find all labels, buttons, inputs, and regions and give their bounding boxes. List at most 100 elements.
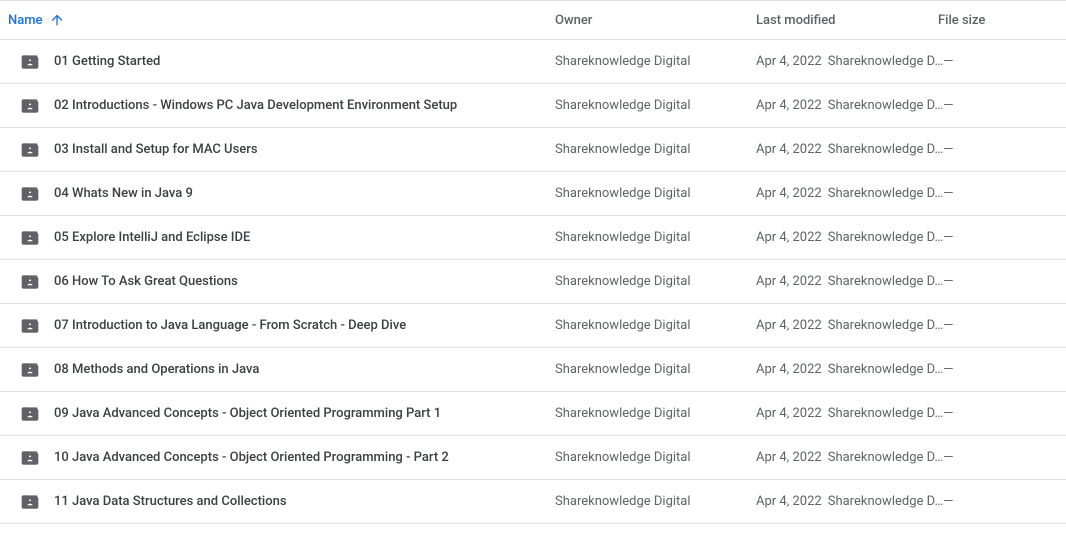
table-row[interactable]: 11 Java Data Structures and Collections S… xyxy=(0,480,1066,524)
modified-date: Apr 4, 2022 xyxy=(756,494,822,509)
size-column-label: File size xyxy=(938,13,985,28)
modified-cell: Apr 4, 2022 Shareknowledge D… xyxy=(756,494,943,509)
owner-cell: Shareknowledge Digital xyxy=(555,318,756,333)
col-header-owner[interactable]: Owner xyxy=(555,13,756,28)
table-row[interactable]: 05 Explore IntelliJ and Eclipse IDE Share… xyxy=(0,216,1066,260)
shared-folder-icon xyxy=(20,404,40,424)
shared-folder-icon xyxy=(20,316,40,336)
file-name: 11 Java Data Structures and Collections xyxy=(54,494,287,509)
owner-cell: Shareknowledge Digital xyxy=(555,186,756,201)
file-name: 01 Getting Started xyxy=(54,54,160,69)
table-row[interactable]: 03 Install and Setup for MAC Users Sharek… xyxy=(0,128,1066,172)
owner-cell: Shareknowledge Digital xyxy=(555,362,756,377)
shared-folder-icon xyxy=(20,272,40,292)
file-name: 09 Java Advanced Concepts - Object Orien… xyxy=(54,406,441,421)
modified-by: Shareknowledge D… xyxy=(828,450,943,465)
modified-cell: Apr 4, 2022 Shareknowledge D… xyxy=(756,362,943,377)
modified-by: Shareknowledge D… xyxy=(828,186,943,201)
modified-by: Shareknowledge D… xyxy=(828,406,943,421)
shared-folder-icon xyxy=(20,96,40,116)
col-header-name[interactable]: Name xyxy=(8,12,555,28)
shared-folder-icon xyxy=(20,360,40,380)
modified-by: Shareknowledge D… xyxy=(828,98,943,113)
owner-column-label: Owner xyxy=(555,13,592,28)
modified-cell: Apr 4, 2022 Shareknowledge D… xyxy=(756,274,943,289)
col-header-modified[interactable]: Last modified xyxy=(756,13,938,28)
size-cell: — xyxy=(943,142,1058,157)
table-row[interactable]: 08 Methods and Operations in Java Sharekn… xyxy=(0,348,1066,392)
owner-cell: Shareknowledge Digital xyxy=(555,274,756,289)
file-rows: 01 Getting Started Shareknowledge Digital… xyxy=(0,40,1066,524)
modified-date: Apr 4, 2022 xyxy=(756,362,822,377)
size-cell: — xyxy=(943,494,1058,509)
shared-folder-icon xyxy=(20,228,40,248)
owner-cell: Shareknowledge Digital xyxy=(555,54,756,69)
owner-cell: Shareknowledge Digital xyxy=(555,494,756,509)
modified-cell: Apr 4, 2022 Shareknowledge D… xyxy=(756,142,943,157)
size-cell: — xyxy=(943,450,1058,465)
table-row[interactable]: 10 Java Advanced Concepts - Object Orien… xyxy=(0,436,1066,480)
modified-cell: Apr 4, 2022 Shareknowledge D… xyxy=(756,406,943,421)
modified-cell: Apr 4, 2022 Shareknowledge D… xyxy=(756,98,943,113)
table-row[interactable]: 06 How To Ask Great Questions Shareknowle… xyxy=(0,260,1066,304)
modified-date: Apr 4, 2022 xyxy=(756,98,822,113)
modified-by: Shareknowledge D… xyxy=(828,142,943,157)
size-cell: — xyxy=(943,274,1058,289)
column-header-row: Name Owner Last modified File size xyxy=(0,0,1066,40)
modified-by: Shareknowledge D… xyxy=(828,54,943,69)
size-cell: — xyxy=(943,54,1058,69)
owner-cell: Shareknowledge Digital xyxy=(555,230,756,245)
shared-folder-icon xyxy=(20,52,40,72)
modified-date: Apr 4, 2022 xyxy=(756,318,822,333)
modified-column-label: Last modified xyxy=(756,13,836,28)
owner-cell: Shareknowledge Digital xyxy=(555,142,756,157)
size-cell: — xyxy=(943,362,1058,377)
shared-folder-icon xyxy=(20,184,40,204)
col-header-size[interactable]: File size xyxy=(938,13,1058,28)
modified-by: Shareknowledge D… xyxy=(828,494,943,509)
size-cell: — xyxy=(943,406,1058,421)
size-cell: — xyxy=(943,98,1058,113)
file-name: 05 Explore IntelliJ and Eclipse IDE xyxy=(54,230,250,245)
modified-by: Shareknowledge D… xyxy=(828,362,943,377)
modified-by: Shareknowledge D… xyxy=(828,318,943,333)
size-cell: — xyxy=(943,186,1058,201)
modified-date: Apr 4, 2022 xyxy=(756,142,822,157)
sort-ascending-icon xyxy=(49,12,65,28)
shared-folder-icon xyxy=(20,140,40,160)
modified-date: Apr 4, 2022 xyxy=(756,274,822,289)
modified-date: Apr 4, 2022 xyxy=(756,186,822,201)
modified-cell: Apr 4, 2022 Shareknowledge D… xyxy=(756,186,943,201)
modified-date: Apr 4, 2022 xyxy=(756,406,822,421)
owner-cell: Shareknowledge Digital xyxy=(555,406,756,421)
table-row[interactable]: 02 Introductions - Windows PC Java Devel… xyxy=(0,84,1066,128)
file-name: 03 Install and Setup for MAC Users xyxy=(54,142,258,157)
modified-cell: Apr 4, 2022 Shareknowledge D… xyxy=(756,230,943,245)
modified-cell: Apr 4, 2022 Shareknowledge D… xyxy=(756,450,943,465)
modified-date: Apr 4, 2022 xyxy=(756,450,822,465)
name-column-label: Name xyxy=(8,13,43,28)
table-row[interactable]: 09 Java Advanced Concepts - Object Orien… xyxy=(0,392,1066,436)
file-name: 02 Introductions - Windows PC Java Devel… xyxy=(54,98,457,113)
size-cell: — xyxy=(943,318,1058,333)
modified-cell: Apr 4, 2022 Shareknowledge D… xyxy=(756,54,943,69)
size-cell: — xyxy=(943,230,1058,245)
owner-cell: Shareknowledge Digital xyxy=(555,450,756,465)
table-row[interactable]: 07 Introduction to Java Language - From … xyxy=(0,304,1066,348)
shared-folder-icon xyxy=(20,448,40,468)
file-name: 10 Java Advanced Concepts - Object Orien… xyxy=(54,450,449,465)
file-name: 08 Methods and Operations in Java xyxy=(54,362,259,377)
shared-folder-icon xyxy=(20,492,40,512)
file-name: 04 Whats New in Java 9 xyxy=(54,186,193,201)
modified-date: Apr 4, 2022 xyxy=(756,230,822,245)
modified-by: Shareknowledge D… xyxy=(828,230,943,245)
file-list-container: Name Owner Last modified File size 01 Ge… xyxy=(0,0,1066,524)
table-row[interactable]: 04 Whats New in Java 9 Shareknowledge Dig… xyxy=(0,172,1066,216)
modified-by: Shareknowledge D… xyxy=(828,274,943,289)
file-name: 07 Introduction to Java Language - From … xyxy=(54,318,406,333)
modified-cell: Apr 4, 2022 Shareknowledge D… xyxy=(756,318,943,333)
table-row[interactable]: 01 Getting Started Shareknowledge Digital… xyxy=(0,40,1066,84)
modified-date: Apr 4, 2022 xyxy=(756,54,822,69)
file-name: 06 How To Ask Great Questions xyxy=(54,274,238,289)
owner-cell: Shareknowledge Digital xyxy=(555,98,756,113)
